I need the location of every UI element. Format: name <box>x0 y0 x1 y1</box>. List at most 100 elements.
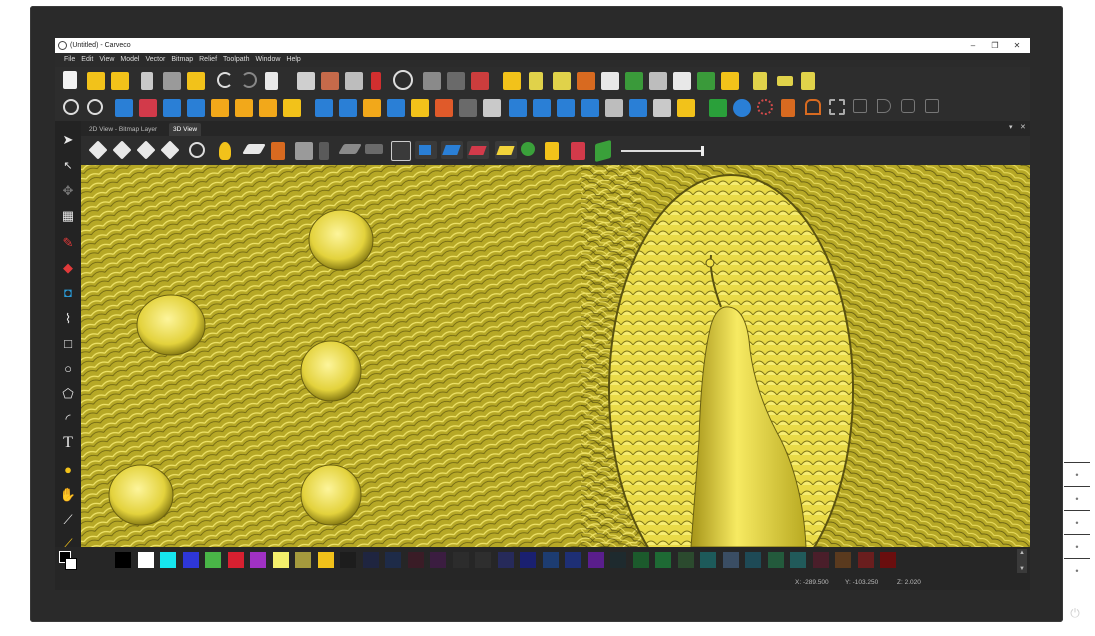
layers-icon[interactable] <box>345 72 363 90</box>
dimension-icon[interactable] <box>297 72 315 90</box>
palette-swatch[interactable] <box>227 552 244 568</box>
pin-icon[interactable]: ▾ <box>1009 123 1013 131</box>
circle-icon[interactable]: ○ <box>59 360 77 378</box>
spin-icon[interactable] <box>557 99 575 117</box>
axes-icon[interactable] <box>271 142 285 160</box>
bin-icon[interactable] <box>319 142 329 160</box>
drip-icon[interactable] <box>733 99 751 117</box>
arc-icon[interactable]: ◜ <box>59 410 77 428</box>
eraser-icon[interactable]: ◆ <box>59 259 77 277</box>
red-layer-icon[interactable] <box>467 141 489 159</box>
nodes-icon[interactable] <box>753 72 767 90</box>
split-view-icon[interactable] <box>321 72 339 90</box>
dashed-square-icon[interactable] <box>829 99 845 115</box>
palette-swatch[interactable] <box>880 552 896 568</box>
round-corner-icon[interactable] <box>877 99 891 113</box>
layer-stack-icon[interactable] <box>259 99 277 117</box>
tab-3d-view[interactable]: 3D View <box>169 123 202 136</box>
new-file-icon[interactable] <box>63 71 77 89</box>
monitor-button-5[interactable]: • <box>1064 558 1090 583</box>
palette-swatch[interactable] <box>452 552 469 568</box>
monitor-button-4[interactable]: • <box>1064 534 1090 559</box>
palette-swatch[interactable] <box>632 552 649 568</box>
undo-icon[interactable] <box>217 72 233 88</box>
palette-swatch[interactable] <box>182 552 199 568</box>
colorful-plane-icon[interactable] <box>571 142 585 160</box>
add-relief-icon[interactable] <box>163 99 181 117</box>
close-button[interactable]: ✕ <box>1007 38 1027 53</box>
document-icon[interactable] <box>265 72 278 90</box>
texture-icon[interactable] <box>211 99 229 117</box>
monitor-button-1[interactable]: • <box>1064 462 1090 487</box>
mirror-icon[interactable] <box>509 99 527 117</box>
emboss-icon[interactable] <box>235 99 253 117</box>
trace-icon[interactable] <box>447 72 465 90</box>
green-sphere-icon[interactable] <box>521 142 535 156</box>
polygon-icon[interactable]: ⬠ <box>59 385 77 403</box>
pyramid-icon[interactable] <box>187 99 205 117</box>
green-stack-icon[interactable] <box>697 72 715 90</box>
palette-swatch[interactable] <box>430 552 446 568</box>
smooth-icon[interactable] <box>411 99 429 117</box>
dotted-circle-icon[interactable] <box>757 99 773 115</box>
palette-swatch[interactable] <box>520 552 536 568</box>
scatter-icon[interactable] <box>553 72 571 90</box>
transparency-slider[interactable] <box>621 150 703 152</box>
import-folder-icon[interactable] <box>503 72 521 90</box>
cube-view-front-icon[interactable] <box>112 140 132 160</box>
palette-swatch[interactable] <box>745 552 761 568</box>
cut-icon[interactable] <box>141 72 153 90</box>
menu-relief[interactable]: Relief <box>196 53 220 67</box>
grey-plane-icon[interactable] <box>338 144 362 154</box>
knife-icon[interactable]: ⟋ <box>59 511 77 529</box>
menu-help[interactable]: Help <box>283 53 303 67</box>
zoom-3d-icon[interactable] <box>189 142 205 158</box>
maximize-button[interactable]: ❐ <box>985 38 1005 53</box>
menu-window[interactable]: Window <box>253 53 284 67</box>
palette-swatch[interactable] <box>565 552 581 568</box>
menu-toolpath[interactable]: Toolpath <box>220 53 252 67</box>
palette-swatch[interactable] <box>857 552 874 568</box>
power-icon[interactable]: ⏻ <box>1066 604 1084 622</box>
star-burst-icon[interactable] <box>601 72 619 90</box>
panel-close-icon[interactable]: ✕ <box>1020 123 1026 131</box>
path-icon[interactable] <box>781 99 795 117</box>
slider-handle[interactable] <box>701 146 704 156</box>
yellow-relief-icon[interactable] <box>495 141 517 159</box>
palette-swatch[interactable] <box>655 552 671 568</box>
grid-icon[interactable]: ▦ <box>59 207 77 225</box>
paste-icon[interactable] <box>187 72 205 90</box>
palette-swatch[interactable] <box>385 552 401 568</box>
blue-layer-icon[interactable] <box>441 141 463 159</box>
palette-swatch[interactable] <box>835 552 851 568</box>
center-square-icon[interactable] <box>925 99 939 113</box>
sculpt-icon[interactable] <box>387 99 405 117</box>
fan-icon[interactable] <box>649 72 667 90</box>
height-icon[interactable] <box>435 99 453 117</box>
upload-icon[interactable] <box>721 72 739 90</box>
wrap-icon[interactable] <box>629 99 647 117</box>
menu-model[interactable]: Model <box>117 53 142 67</box>
cube-view-iso-icon[interactable] <box>88 140 108 160</box>
bevel-icon[interactable] <box>363 99 381 117</box>
drop-icon[interactable]: ● <box>59 461 77 479</box>
weave-icon[interactable] <box>605 99 623 117</box>
book-icon[interactable] <box>677 99 695 117</box>
palette-swatch[interactable] <box>295 552 311 568</box>
dotted-line-icon[interactable] <box>777 76 793 86</box>
palette-swatch[interactable] <box>475 552 491 568</box>
star-plane-icon[interactable] <box>415 141 437 159</box>
text-icon[interactable]: T <box>59 434 77 452</box>
redo-icon[interactable] <box>241 72 257 88</box>
brush-icon[interactable]: ✋ <box>59 486 77 504</box>
shape-icon[interactable] <box>423 72 441 90</box>
menu-edit[interactable]: Edit <box>78 53 96 67</box>
color-grid-icon[interactable] <box>471 72 489 90</box>
flat-plane-icon[interactable] <box>242 144 266 154</box>
save-icon[interactable] <box>111 72 129 90</box>
palette-swatch[interactable] <box>722 552 739 568</box>
menu-view[interactable]: View <box>96 53 117 67</box>
menu-bitmap[interactable]: Bitmap <box>168 53 196 67</box>
toggle-vectors-icon[interactable] <box>391 141 411 161</box>
polyline-icon[interactable]: ⌇ <box>59 310 77 328</box>
